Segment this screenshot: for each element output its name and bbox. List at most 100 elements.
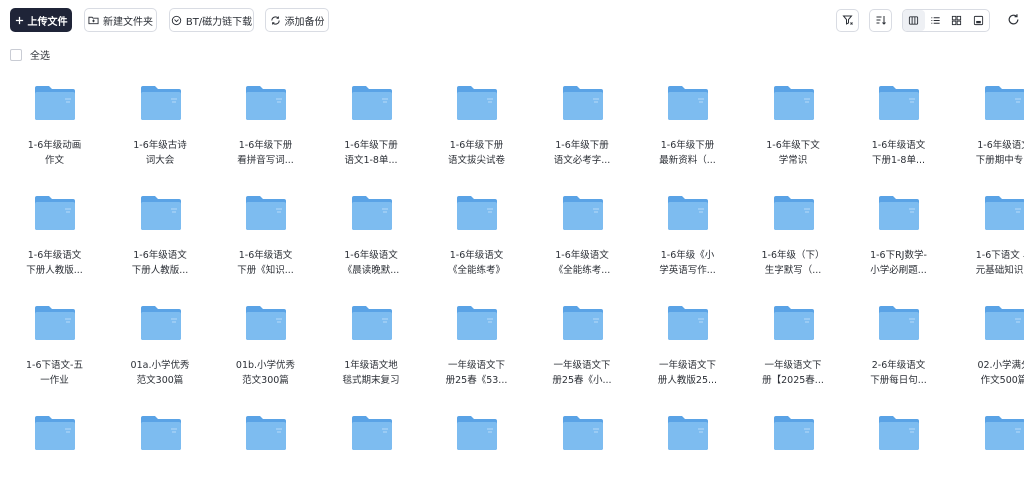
view-grid-button[interactable] (946, 10, 968, 31)
folder-name: 1-6年级语文下册人教版... (2, 248, 107, 278)
folder-name: 一年级语文下册25春《小... (530, 358, 635, 388)
folder-name: 1-6下语文-五一作业 (2, 358, 107, 388)
folder-item[interactable]: 1-6年级语文《全能练考》 (424, 192, 529, 282)
folder-item[interactable]: 1-6下语文-五一作业 (2, 302, 107, 392)
upload-button[interactable]: 上传文件 (10, 8, 72, 32)
folder-item[interactable]: 一年级语文下册【2025春... (741, 302, 846, 392)
folder-item[interactable]: 1-6年级《小学英语写作... (635, 192, 740, 282)
sort-icon (875, 11, 887, 30)
folder-item[interactable]: 01a.小学优秀范文300篇 (108, 302, 213, 392)
folder-item[interactable]: 一年级语文下册人教版25... (635, 302, 740, 392)
view-columns-button[interactable] (903, 10, 925, 31)
folder-item[interactable]: 1-6年级下册看拼音写词... (213, 82, 318, 172)
folder-name-line-2: 下册期中专... (976, 153, 1024, 168)
folder-item[interactable] (319, 412, 424, 502)
folder-item[interactable]: 02.小学满分作文500篇 (952, 302, 1024, 392)
folder-name: 01a.小学优秀范文300篇 (108, 358, 213, 388)
folder-name-line-2: 下册人教版... (132, 263, 189, 278)
folder-name-line-2: 下册人教版... (26, 263, 83, 278)
folder-item[interactable]: 1-6年级语文下册1-8单... (846, 82, 951, 172)
folder-name: 1-6年级下册语文必考字... (530, 138, 635, 168)
folder-item[interactable] (741, 412, 846, 502)
folder-icon (34, 192, 76, 234)
folder-item[interactable]: 1-6年级下册语文拔尖试卷 (424, 82, 529, 172)
folder-name: 1-6年级（下）生字默写（... (741, 248, 846, 278)
sync-icon (270, 15, 281, 26)
filter-button[interactable] (836, 9, 859, 32)
folder-item[interactable]: 1-6年级语文下册人教版... (108, 192, 213, 282)
folder-item[interactable]: 01b.小学优秀范文300篇 (213, 302, 318, 392)
folder-name-line-1: 1-6年级（下） (761, 248, 824, 263)
folder-item[interactable]: 1-6下语文 单元基础知识... (952, 192, 1024, 282)
folder-item[interactable]: 1-6年级语文下册《知识... (213, 192, 318, 282)
folder-icon (562, 412, 604, 454)
select-all-label: 全选 (30, 47, 50, 62)
select-all[interactable]: 全选 (10, 47, 50, 62)
folder-item[interactable]: 1-6年级下文学常识 (741, 82, 846, 172)
folder-name-line-2: 册人教版25... (658, 373, 717, 388)
view-list-button[interactable] (925, 10, 947, 31)
folder-item[interactable]: 1-6年级语文《晨读晚默... (319, 192, 424, 282)
folder-name-line-2: 下册《知识... (237, 263, 294, 278)
view-preview-button[interactable] (968, 10, 990, 31)
folder-name-line-2: 范文300篇 (137, 373, 184, 388)
folder-item[interactable]: 1-6下RJ数学-小学必刷题... (846, 192, 951, 282)
folder-item[interactable]: 1-6年级下册语文必考字... (530, 82, 635, 172)
folder-item[interactable]: 1-6年级语文下册人教版... (2, 192, 107, 282)
folder-name-line-2: 《晨读晚默... (343, 263, 400, 278)
refresh-button[interactable] (1004, 11, 1022, 29)
folder-item[interactable]: 1-6年级动画作文 (2, 82, 107, 172)
folder-name: 1-6下语文 单元基础知识... (952, 248, 1024, 278)
folder-name-line-1: 一年级语文下 (553, 358, 610, 373)
folder-name-line-2: 学英语写作... (659, 263, 716, 278)
folder-name-line-1: 2-6年级语文 (872, 358, 926, 373)
folder-name-line-1: 1-6年级语文 (28, 248, 82, 263)
folder-item[interactable] (952, 412, 1024, 502)
folder-item[interactable]: 2-6年级语文下册每日句... (846, 302, 951, 392)
select-all-checkbox[interactable] (10, 49, 22, 61)
folder-item[interactable] (635, 412, 740, 502)
folder-icon (456, 412, 498, 454)
folder-name: 1-6年级古诗词大会 (108, 138, 213, 168)
folder-icon (878, 302, 920, 344)
preview-icon (973, 11, 984, 30)
folder-name: 一年级语文下册人教版25... (635, 358, 740, 388)
folder-name-line-2: 语文拔尖试卷 (448, 153, 505, 168)
folder-name: 1-6年级语文下册1-8单... (846, 138, 951, 168)
folder-name-line-1: 1-6年级古诗 (133, 138, 187, 153)
folder-icon (34, 412, 76, 454)
folder-item[interactable]: 1-6年级（下）生字默写（... (741, 192, 846, 282)
folder-icon (984, 302, 1024, 344)
folder-item[interactable]: 一年级语文下册25春《小... (530, 302, 635, 392)
folder-item[interactable] (424, 412, 529, 502)
folder-icon (351, 412, 393, 454)
folder-item[interactable] (2, 412, 107, 502)
folder-item[interactable]: 1-6年级下册语文1-8单... (319, 82, 424, 172)
folder-item[interactable]: 1-6年级古诗词大会 (108, 82, 213, 172)
folder-item[interactable]: 1-6年级语文《全能练考... (530, 192, 635, 282)
folder-icon (773, 302, 815, 344)
plus-icon (15, 16, 24, 25)
folder-name-line-1: 1-6年级下文 (766, 138, 820, 153)
folder-icon (351, 302, 393, 344)
folder-name: 1-6年级语文《全能练考... (530, 248, 635, 278)
folder-item[interactable]: 一年级语文下册25春《53... (424, 302, 529, 392)
folder-icon (456, 82, 498, 124)
folder-item[interactable] (846, 412, 951, 502)
sort-button[interactable] (869, 9, 892, 32)
folder-name-line-1: 1-6年级下册 (661, 138, 715, 153)
folder-item[interactable] (108, 412, 213, 502)
folder-icon (456, 192, 498, 234)
add-backup-button[interactable]: 添加备份 (265, 8, 329, 32)
folder-item[interactable]: 1-6年级下册最新资料（... (635, 82, 740, 172)
folder-item[interactable]: 1年级语文地毯式期末复习 (319, 302, 424, 392)
folder-icon (140, 302, 182, 344)
bt-magnet-download-button[interactable]: BT/磁力链下载 (169, 8, 254, 32)
folder-item[interactable] (530, 412, 635, 502)
folder-item[interactable] (213, 412, 318, 502)
new-folder-button[interactable]: 新建文件夹 (84, 8, 157, 32)
folder-name-line-2: 生字默写（... (765, 263, 822, 278)
folder-name-line-1: 1-6下语文 单 (976, 248, 1024, 263)
columns-icon (908, 11, 919, 30)
folder-item[interactable]: 1-6年级语文下册期中专... (952, 82, 1024, 172)
